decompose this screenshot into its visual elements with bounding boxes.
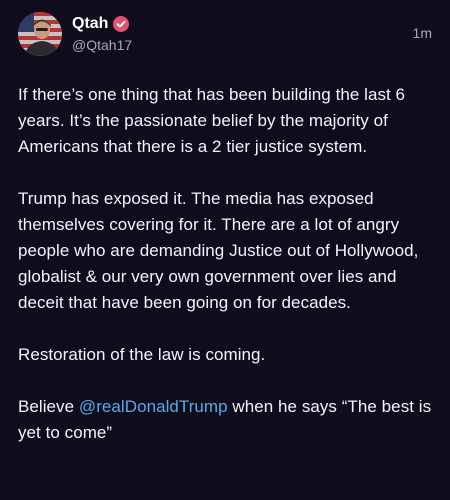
avatar-photo-flag-icon [18,12,62,56]
post-body: If there’s one thing that has been build… [18,82,432,446]
post-paragraph: If there’s one thing that has been build… [18,85,406,156]
avatar[interactable] [18,12,62,56]
post-header: Qtah @Qtah17 1m [18,12,432,60]
author-info: Qtah @Qtah17 [72,13,132,53]
mention-link[interactable]: @realDonaldTrump [79,397,228,416]
author-display-name[interactable]: Qtah [72,15,108,33]
post-paragraph: Restoration of the law is coming. [18,345,266,364]
author-handle[interactable]: @Qtah17 [72,37,132,53]
verified-badge-icon [113,16,130,32]
post-timestamp[interactable]: 1m [413,25,432,41]
post-paragraph-last: Believe @realDonaldTrump when he says “T… [18,394,432,446]
name-row: Qtah [72,13,132,35]
text-segment: Believe [18,397,79,416]
post-paragraph: Trump has exposed it. The media has expo… [18,189,419,312]
post-card: Qtah @Qtah17 1m If there’s one thing tha… [0,0,450,500]
